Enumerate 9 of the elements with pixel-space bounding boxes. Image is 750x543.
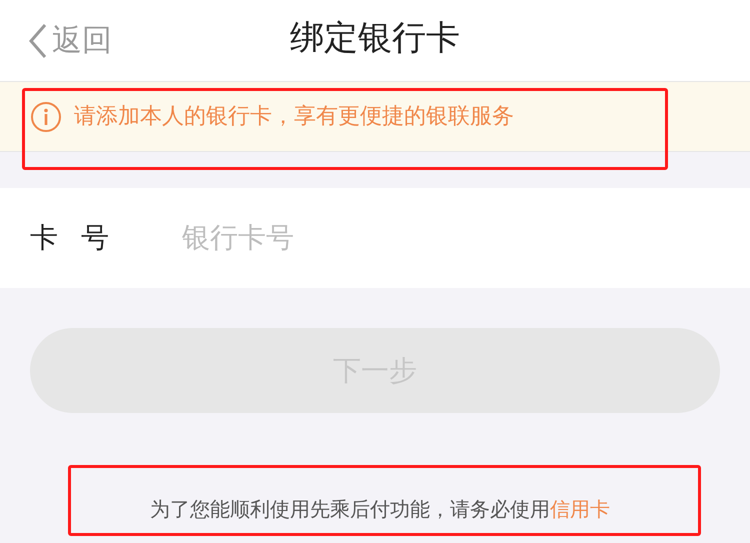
card-number-label: 卡 号	[0, 188, 182, 288]
card-number-input[interactable]: 银行卡号	[182, 188, 750, 288]
back-button[interactable]: 返回	[28, 18, 112, 63]
footer-note: 为了您能顺利使用先乘后付功能，请务必使用信用卡	[140, 465, 610, 536]
page-title: 绑定银行卡	[290, 17, 460, 60]
info-icon	[30, 100, 62, 132]
notice-text: 请添加本人的银行卡，享有更便捷的银联服务	[74, 103, 514, 131]
back-chevron-icon	[28, 22, 48, 58]
credit-card-link[interactable]: 信用卡	[550, 494, 610, 524]
